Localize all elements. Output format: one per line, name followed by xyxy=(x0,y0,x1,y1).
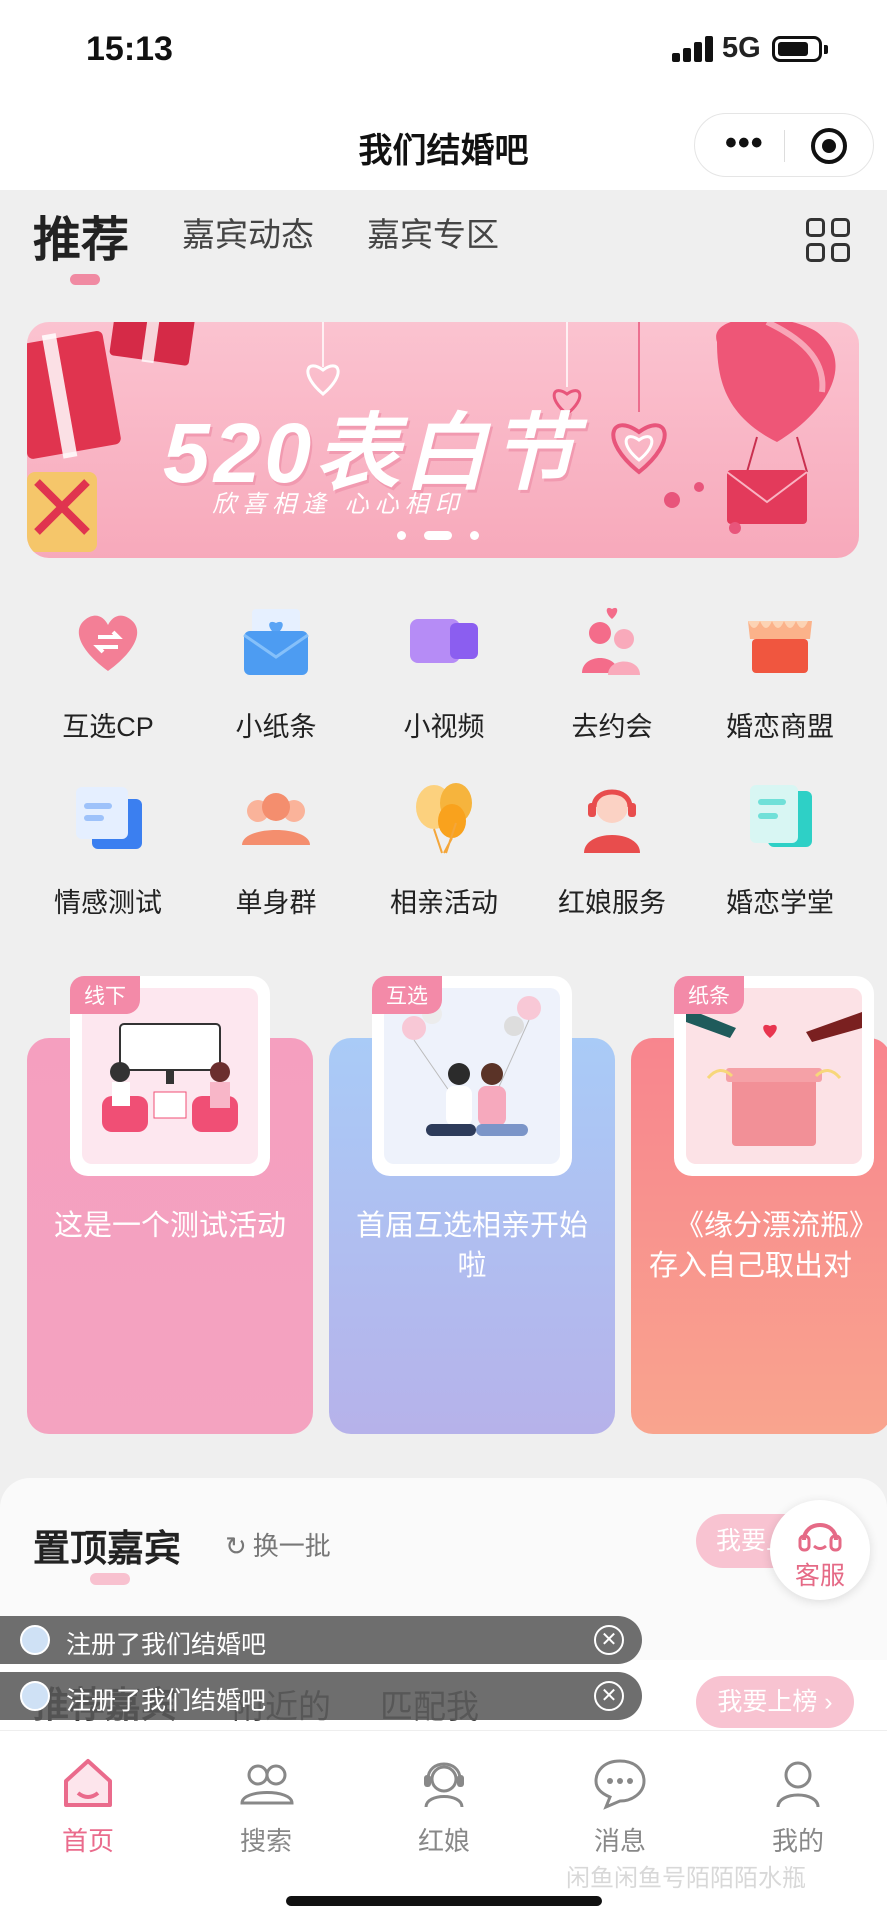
tab-profile[interactable]: 我的 xyxy=(728,1741,868,1861)
quiz-card-icon xyxy=(76,787,142,849)
feature-school[interactable]: 婚恋学堂 xyxy=(696,771,864,931)
feature-cp[interactable]: 互选CP xyxy=(24,595,192,755)
capsule-divider xyxy=(784,130,785,162)
tab-guest-updates[interactable]: 嘉宾动态 xyxy=(182,208,314,256)
refresh-icon: ↻ xyxy=(225,1531,247,1561)
feature-label: 小视频 xyxy=(403,712,485,742)
feature-group[interactable]: 单身群 xyxy=(192,771,360,931)
more-icon[interactable]: ••• xyxy=(725,126,764,160)
feature-shop[interactable]: 婚恋商盟 xyxy=(696,595,864,755)
activity-title: 这是一个测试活动 xyxy=(53,1210,286,1242)
feature-label: 小纸条 xyxy=(235,712,317,742)
carousel-dots xyxy=(397,527,497,545)
get-listed-button-2[interactable]: 我要上榜 › xyxy=(696,1676,854,1728)
feature-label: 单身群 xyxy=(235,888,317,918)
feature-label: 婚恋商盟 xyxy=(726,712,834,742)
promo-banner[interactable]: 520表白节 欣喜相逢 心心相印 xyxy=(27,322,859,558)
miniapp-capsule: ••• xyxy=(694,113,874,177)
tab-label: 消息 xyxy=(593,1826,646,1856)
tab-matchmaker[interactable]: 红娘 xyxy=(374,1741,514,1861)
feature-label: 婚恋学堂 xyxy=(726,888,834,918)
registration-toast: 注册了我们结婚吧 ✕ xyxy=(0,1616,642,1664)
feature-label: 相亲活动 xyxy=(390,888,498,918)
feature-label: 去约会 xyxy=(571,712,653,742)
battery-icon xyxy=(772,36,828,62)
feature-label: 红娘服务 xyxy=(558,888,666,918)
banner-subtitle: 欣喜相逢 心心相印 xyxy=(212,491,465,518)
envelope-heart-icon xyxy=(243,609,309,675)
note-box-illustration xyxy=(686,1008,862,1146)
home-icon xyxy=(64,1759,112,1807)
toast-text: 注册了我们结婚吧 xyxy=(66,1631,267,1659)
grid-menu-icon[interactable] xyxy=(806,218,852,264)
activity-title: 首届互选相亲开始啦 xyxy=(355,1210,588,1282)
refresh-button[interactable]: ↻ 换一批 xyxy=(225,1526,331,1563)
tab-messages[interactable]: 消息 xyxy=(550,1741,690,1861)
close-icon[interactable]: ✕ xyxy=(594,1681,624,1711)
feature-label: 情感测试 xyxy=(54,888,162,918)
feature-matchmaker[interactable]: 红娘服务 xyxy=(528,771,696,931)
tab-search[interactable]: 搜索 xyxy=(196,1741,336,1861)
activity-tag: 纸条 xyxy=(674,976,744,1014)
section-title: 置顶嘉宾 xyxy=(33,1528,181,1569)
close-icon[interactable]: ✕ xyxy=(594,1625,624,1655)
couple-balloons-illustration xyxy=(402,996,541,1136)
status-time: 15:13 xyxy=(86,30,173,68)
registration-toast: 注册了我们结婚吧 ✕ xyxy=(0,1672,642,1720)
tab-label: 搜索 xyxy=(239,1826,292,1856)
activity-title: 《缘分漂流瓶》 存入自己取出对 xyxy=(649,1210,879,1282)
section-indicator xyxy=(90,1573,130,1585)
people-search-icon xyxy=(240,1764,294,1805)
blind-date-illustration xyxy=(102,1023,238,1132)
watermark: 闲鱼闲鱼号陌陌陌水瓶 xyxy=(566,1865,806,1892)
matchmaker-headset-icon xyxy=(584,789,640,853)
status-bar: 15:13 5G xyxy=(0,0,887,95)
feature-date[interactable]: 去约会 xyxy=(528,595,696,755)
group-people-icon xyxy=(242,793,310,845)
tab-label: 首页 xyxy=(61,1826,114,1856)
tab-guest-zone[interactable]: 嘉宾专区 xyxy=(367,208,499,256)
couple-icon xyxy=(582,607,640,675)
toast-text: 注册了我们结婚吧 xyxy=(66,1687,267,1715)
avatar xyxy=(20,1681,50,1711)
close-miniapp-icon[interactable] xyxy=(811,128,847,164)
profile-icon xyxy=(776,1761,820,1808)
feature-label: 互选CP xyxy=(62,712,154,742)
customer-service-button[interactable]: 客服 xyxy=(770,1500,870,1600)
balloons-icon xyxy=(416,783,472,854)
tab-home[interactable]: 首页 xyxy=(18,1741,158,1861)
nav-bar: 我们结婚吧 ••• xyxy=(0,95,887,190)
shop-awning-icon xyxy=(748,621,812,673)
feature-video[interactable]: 小视频 xyxy=(360,595,528,755)
video-camera-icon xyxy=(410,619,478,663)
chat-bubble-icon xyxy=(594,1759,646,1810)
heart-swap-icon xyxy=(78,615,138,671)
tab-indicator xyxy=(70,274,100,285)
feature-quiz[interactable]: 情感测试 xyxy=(24,771,192,931)
activity-cards: 线下 互选 纸条 xyxy=(0,960,887,1440)
avatar xyxy=(20,1625,50,1655)
top-tabs: 推荐 嘉宾动态 嘉宾专区 xyxy=(0,190,887,300)
home-indicator xyxy=(286,1896,602,1906)
feature-note[interactable]: 小纸条 xyxy=(192,595,360,755)
service-label: 客服 xyxy=(794,1562,845,1590)
feature-event[interactable]: 相亲活动 xyxy=(360,771,528,931)
activity-tag: 线下 xyxy=(70,976,140,1014)
matchmaker-icon xyxy=(424,1762,464,1808)
book-notes-icon xyxy=(750,785,812,847)
activity-tag: 互选 xyxy=(372,976,442,1014)
tab-recommend[interactable]: 推荐 xyxy=(33,200,129,270)
headset-icon xyxy=(798,1523,842,1552)
network-label: 5G xyxy=(722,32,761,64)
tab-label: 我的 xyxy=(771,1826,824,1856)
tab-label: 红娘 xyxy=(417,1826,470,1856)
signal-icon xyxy=(672,36,714,62)
